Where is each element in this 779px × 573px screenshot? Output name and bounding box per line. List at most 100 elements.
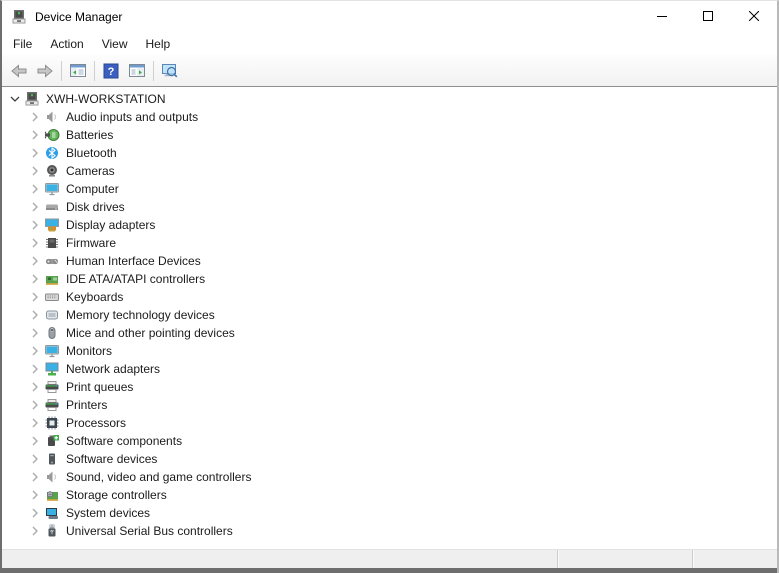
menu-action[interactable]: Action — [41, 34, 92, 54]
arrow-right-icon — [36, 62, 54, 80]
tree-item-ide-ata-atapi-controllers[interactable]: IDE ATA/ATAPI controllers — [2, 270, 777, 288]
keyboard-icon — [44, 289, 60, 305]
show-console-tree-button[interactable] — [65, 58, 91, 84]
status-pane — [558, 550, 693, 568]
minimize-button[interactable] — [639, 1, 685, 31]
tree-item-printers[interactable]: Printers — [2, 396, 777, 414]
tree-item-disk-drives[interactable]: Disk drives — [2, 198, 777, 216]
tree-item-computer[interactable]: Computer — [2, 180, 777, 198]
scan-hardware-changes-button[interactable] — [157, 58, 183, 84]
chevron-right-icon[interactable] — [26, 397, 44, 413]
tree-root-label[interactable]: XWH-WORKSTATION — [44, 91, 168, 107]
usb-icon — [44, 523, 60, 539]
chevron-right-icon[interactable] — [26, 127, 44, 143]
tree-item-display-adapters[interactable]: Display adapters — [2, 216, 777, 234]
processor-icon — [44, 415, 60, 431]
show-action-pane-button[interactable] — [124, 58, 150, 84]
tree-item-system-devices[interactable]: System devices — [2, 504, 777, 522]
tree-item-storage-controllers[interactable]: Storage controllers — [2, 486, 777, 504]
tree-item-network-adapters[interactable]: Network adapters — [2, 360, 777, 378]
close-icon — [749, 11, 759, 21]
chevron-right-icon[interactable] — [26, 433, 44, 449]
chevron-right-icon[interactable] — [26, 145, 44, 161]
arrow-left-icon — [10, 62, 28, 80]
menu-view[interactable]: View — [93, 34, 137, 54]
help-icon: ? — [102, 62, 120, 80]
sound-icon — [44, 469, 60, 485]
tree-item-processors[interactable]: Processors — [2, 414, 777, 432]
chevron-right-icon[interactable] — [26, 343, 44, 359]
toolbar-separator — [94, 61, 95, 81]
tree-item-audio-inputs-and-outputs[interactable]: Audio inputs and outputs — [2, 108, 777, 126]
tree-item-sound-video-and-game-controllers[interactable]: Sound, video and game controllers — [2, 468, 777, 486]
chevron-right-icon[interactable] — [26, 163, 44, 179]
chevron-down-icon[interactable] — [6, 91, 24, 107]
titlebar[interactable]: Device Manager — [2, 1, 777, 33]
chevron-right-icon[interactable] — [26, 451, 44, 467]
chevron-right-icon[interactable] — [26, 271, 44, 287]
chevron-right-icon[interactable] — [26, 199, 44, 215]
chevron-right-icon[interactable] — [26, 109, 44, 125]
status-pane — [2, 550, 558, 568]
workstation-icon — [24, 91, 40, 107]
mouse-icon — [44, 325, 60, 341]
forward-button[interactable] — [32, 58, 58, 84]
window-bottom-border — [2, 568, 777, 573]
tree-item-monitors[interactable]: Monitors — [2, 342, 777, 360]
window-controls — [639, 1, 777, 33]
toolbar-separator — [153, 61, 154, 81]
tree-item-memory-technology-devices[interactable]: Memory technology devices — [2, 306, 777, 324]
tree-item-bluetooth[interactable]: Bluetooth — [2, 144, 777, 162]
tree-item-mice-and-other-pointing-devices[interactable]: Mice and other pointing devices — [2, 324, 777, 342]
audio-icon — [44, 109, 60, 125]
help-button[interactable]: ? — [98, 58, 124, 84]
chevron-right-icon[interactable] — [26, 505, 44, 521]
back-button[interactable] — [6, 58, 32, 84]
tree-item-software-devices[interactable]: Software devices — [2, 450, 777, 468]
printer-icon — [44, 397, 60, 413]
ide-icon — [44, 271, 60, 287]
tree-item-cameras[interactable]: Cameras — [2, 162, 777, 180]
software-device-icon — [44, 451, 60, 467]
firmware-icon — [44, 235, 60, 251]
chevron-right-icon[interactable] — [26, 181, 44, 197]
status-pane — [693, 550, 777, 568]
storage-icon — [44, 487, 60, 503]
tree-item-print-queues[interactable]: Print queues — [2, 378, 777, 396]
tree-item-universal-serial-bus-controllers[interactable]: Universal Serial Bus controllers — [2, 522, 777, 540]
tree-item-keyboards[interactable]: Keyboards — [2, 288, 777, 306]
scan-icon — [161, 62, 179, 80]
camera-icon — [44, 163, 60, 179]
statusbar — [2, 549, 777, 568]
chevron-right-icon[interactable] — [26, 235, 44, 251]
print-queue-icon — [44, 379, 60, 395]
chevron-right-icon[interactable] — [26, 253, 44, 269]
chevron-right-icon[interactable] — [26, 289, 44, 305]
chevron-right-icon[interactable] — [26, 217, 44, 233]
tree-root-workstation[interactable]: XWH-WORKSTATION — [2, 90, 777, 108]
chevron-right-icon[interactable] — [26, 379, 44, 395]
minimize-icon — [657, 11, 667, 21]
bluetooth-icon — [44, 145, 60, 161]
tree-item-firmware[interactable]: Firmware — [2, 234, 777, 252]
chevron-right-icon[interactable] — [26, 487, 44, 503]
tree-item-human-interface-devices[interactable]: Human Interface Devices — [2, 252, 777, 270]
menu-help[interactable]: Help — [137, 34, 180, 54]
svg-text:?: ? — [108, 66, 115, 78]
close-button[interactable] — [731, 1, 777, 31]
hid-icon — [44, 253, 60, 269]
chevron-right-icon[interactable] — [26, 415, 44, 431]
chevron-right-icon[interactable] — [26, 325, 44, 341]
maximize-button[interactable] — [685, 1, 731, 31]
menu-file[interactable]: File — [4, 34, 41, 54]
tree-item-batteries[interactable]: Batteries — [2, 126, 777, 144]
chevron-right-icon[interactable] — [26, 523, 44, 539]
monitor-icon — [44, 343, 60, 359]
toolbar-separator — [61, 61, 62, 81]
chevron-right-icon[interactable] — [26, 307, 44, 323]
tree-item-software-components[interactable]: Software components — [2, 432, 777, 450]
chevron-right-icon[interactable] — [26, 469, 44, 485]
disk-icon — [44, 199, 60, 215]
chevron-right-icon[interactable] — [26, 361, 44, 377]
memory-icon — [44, 307, 60, 323]
